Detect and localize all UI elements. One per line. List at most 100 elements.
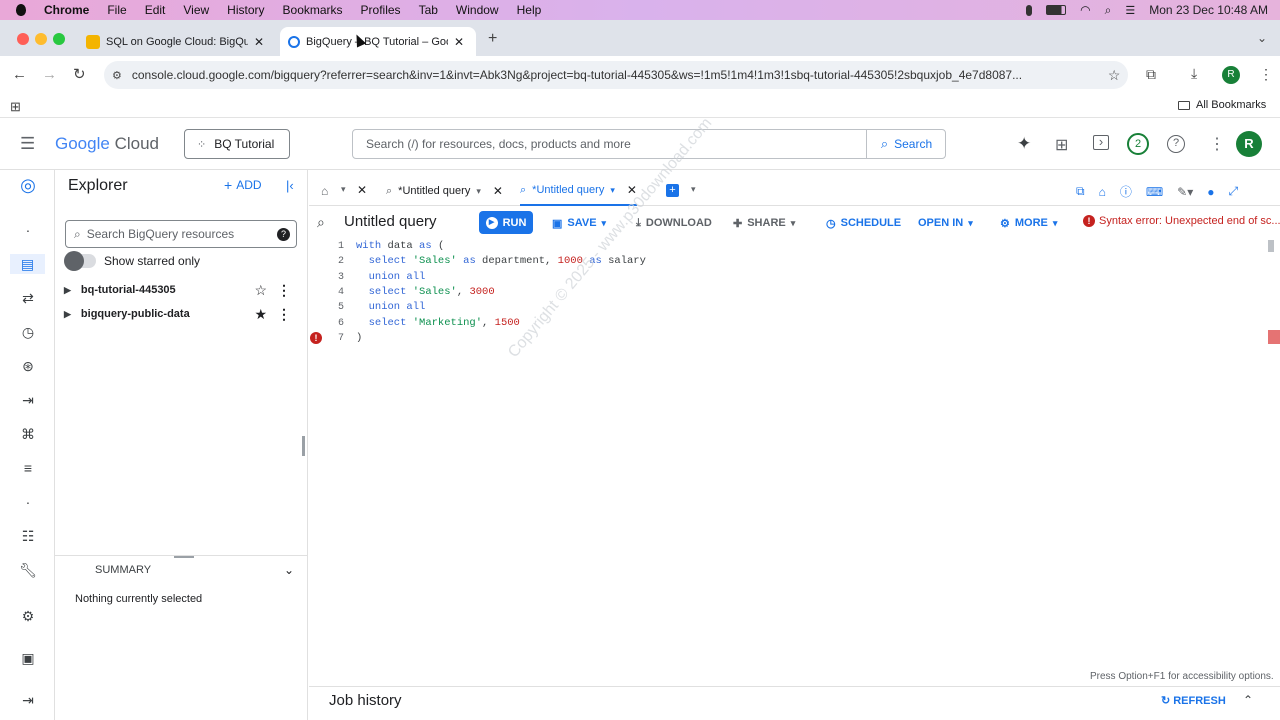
browser-tab-bigquery[interactable]: BigQuery – BQ Tutorial – Goo ✕ (280, 27, 476, 56)
tab-search-chevron-icon[interactable]: ⌄ (1257, 31, 1267, 45)
menu-tab[interactable]: Tab (419, 3, 438, 17)
gemini-sparkle-icon[interactable]: ✦ (1017, 134, 1031, 154)
analytics-hub-icon[interactable]: ⊛ (18, 356, 38, 376)
help-icon[interactable]: ? (277, 227, 290, 241)
error-marker-overview[interactable] (1268, 330, 1280, 344)
explorer-search-input[interactable]: ⌕ Search BigQuery resources ? (65, 220, 297, 248)
chevron-down-icon[interactable]: ⌄ (284, 563, 294, 577)
forward-icon[interactable]: → (42, 66, 57, 83)
show-starred-toggle[interactable]: Show starred only (64, 251, 200, 271)
refresh-button[interactable]: ↻ REFRESH (1161, 694, 1226, 708)
hamburger-menu-icon[interactable]: ☰ (20, 134, 35, 154)
rail-dot-icon[interactable]: · (18, 220, 38, 240)
menu-app-name[interactable]: Chrome (44, 3, 89, 17)
site-settings-icon[interactable]: ⚙ (112, 69, 122, 82)
query-search-icon[interactable]: ⌕ (317, 214, 325, 231)
all-bookmarks-button[interactable]: All Bookmarks (1178, 99, 1266, 111)
dataform-icon[interactable]: ≡ (18, 458, 38, 478)
new-query-plus-icon[interactable]: + (666, 184, 679, 197)
more-button[interactable]: ⚙ MORE ▾ (1000, 213, 1057, 233)
close-home-tab-icon[interactable]: ✕ (357, 183, 367, 197)
summary-header[interactable]: SUMMARY ⌄ (55, 555, 308, 583)
settings-menu-icon[interactable]: ⋮ (1209, 134, 1225, 154)
collapse-panel-icon[interactable]: |‹ (286, 178, 294, 193)
google-cloud-logo[interactable]: Google Cloud (55, 134, 159, 154)
window-minimize-button[interactable] (35, 33, 47, 45)
cloud-shell-icon[interactable]: › (1093, 135, 1109, 150)
fullscreen-icon[interactable]: ⤢ (1229, 184, 1239, 199)
apple-icon[interactable] (16, 4, 26, 16)
new-query-dropdown-icon[interactable]: ▾ (691, 184, 696, 195)
menu-profiles[interactable]: Profiles (361, 3, 401, 17)
star-filled-icon[interactable]: ★ (254, 306, 267, 323)
battery-icon[interactable] (1046, 5, 1067, 15)
close-query-tab-icon[interactable]: ✕ (493, 184, 503, 198)
query-tab-2-active[interactable]: ⌕ *Untitled query ▾ ✕ (520, 176, 637, 206)
scheduled-queries-icon[interactable]: ◷ (18, 322, 38, 342)
gutter-error-icon[interactable]: ! (310, 332, 322, 344)
gift-icon[interactable]: ⊞ (1055, 135, 1068, 155)
code-line[interactable]: union all (356, 271, 426, 283)
home-dropdown-icon[interactable]: ▾ (341, 184, 346, 195)
rail-dot-icon-2[interactable]: · (18, 492, 38, 512)
browser-tab-sql[interactable]: SQL on Google Cloud: BigQu ✕ (78, 27, 276, 56)
code-line[interactable]: ) (356, 332, 362, 344)
code-line[interactable]: select 'Sales', 3000 (356, 286, 495, 298)
add-data-button[interactable]: + ADD (224, 177, 262, 193)
help-icon[interactable]: ? (1167, 135, 1185, 153)
expand-arrow-icon[interactable]: ▶ (64, 285, 71, 296)
browser-menu-icon[interactable]: ⋮ (1259, 66, 1273, 83)
notifications-badge[interactable]: 2 (1127, 133, 1149, 155)
bookmark-star-icon[interactable]: ☆ (1108, 67, 1121, 84)
release-notes-icon[interactable]: ▣ (18, 648, 38, 668)
expand-rail-icon[interactable]: ⇥ (18, 690, 38, 710)
window-zoom-button[interactable] (53, 33, 65, 45)
expand-arrow-icon[interactable]: ▶ (64, 309, 71, 320)
workflows-icon[interactable]: ⌘ (18, 424, 38, 444)
tree-item-public-data[interactable]: ▶ bigquery-public-data ★ ⋮ (62, 302, 302, 326)
download-icon[interactable]: ⤓ (1191, 65, 1197, 82)
kebab-menu-icon[interactable]: ⋮ (277, 306, 291, 323)
menubar-datetime[interactable]: Mon 23 Dec 10:48 AM (1149, 3, 1268, 17)
code-line[interactable]: with data as ( (356, 240, 444, 252)
code-line[interactable]: select 'Marketing', 1500 (356, 317, 520, 329)
settings-gear-icon[interactable]: ⚙ (18, 606, 38, 626)
profile-avatar[interactable]: R (1222, 66, 1240, 84)
lightbulb-icon[interactable]: ● (1207, 185, 1214, 199)
control-center-icon[interactable]: ☰ (1125, 4, 1135, 17)
syntax-error-status[interactable]: ! Syntax error: Unexpected end of sc... (1083, 215, 1280, 227)
menu-view[interactable]: View (183, 3, 209, 17)
star-outline-icon[interactable]: ☆ (254, 282, 267, 299)
keyboard-icon[interactable]: ⌨ (1146, 185, 1163, 199)
account-avatar[interactable]: R (1236, 131, 1262, 157)
tab-dropdown-icon[interactable]: ▾ (476, 186, 481, 197)
save-button[interactable]: ▣ SAVE ▾ (552, 213, 606, 233)
extensions-icon[interactable]: ⧉ (1146, 66, 1156, 83)
address-bar[interactable]: ⚙ console.cloud.google.com/bigquery?refe… (104, 61, 1128, 89)
home-panel-icon[interactable]: ⌂ (1099, 185, 1106, 199)
kebab-menu-icon[interactable]: ⋮ (277, 282, 291, 299)
open-in-button[interactable]: OPEN IN ▾ (918, 213, 973, 233)
download-button[interactable]: ⤓ DOWNLOAD (636, 213, 712, 233)
window-close-button[interactable] (17, 33, 29, 45)
menu-edit[interactable]: Edit (145, 3, 166, 17)
close-tab-icon[interactable]: ✕ (454, 35, 464, 49)
new-tab-icon[interactable]: + (488, 30, 497, 48)
menu-file[interactable]: File (107, 3, 126, 17)
console-search-input[interactable]: Search (/) for resources, docs, products… (352, 129, 946, 159)
project-picker-button[interactable]: ⁘ BQ Tutorial (184, 129, 290, 159)
console-search-button[interactable]: ⌕ Search (866, 129, 946, 159)
close-tab-icon[interactable]: ✕ (254, 35, 264, 49)
apps-grid-icon[interactable]: ⊞ (10, 99, 21, 115)
tab-dropdown-icon[interactable]: ▾ (610, 185, 615, 196)
schema-icon[interactable]: ⧉ (1076, 184, 1085, 199)
menu-help[interactable]: Help (517, 3, 542, 17)
editor-scrollbar-thumb[interactable] (1268, 240, 1274, 252)
menu-bookmarks[interactable]: Bookmarks (283, 3, 343, 17)
run-button[interactable]: ▶ RUN (479, 211, 533, 234)
sql-editor[interactable] (309, 238, 1280, 670)
tree-item-label[interactable]: bq-tutorial-445305 (81, 284, 176, 296)
code-line[interactable]: union all (356, 301, 426, 313)
share-button[interactable]: ✚ SHARE ▾ (733, 213, 795, 233)
address-url[interactable]: console.cloud.google.com/bigquery?referr… (132, 68, 1088, 82)
